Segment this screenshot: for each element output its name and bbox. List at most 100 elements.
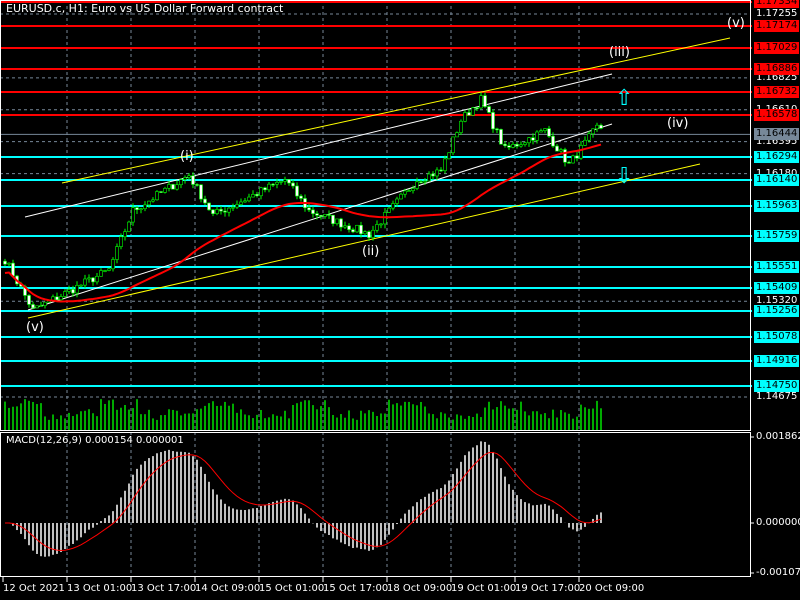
volume-bar [20,403,22,430]
wave-label-iii: (iii) [609,45,630,60]
volume-bar [192,413,194,430]
volume-bar [592,408,594,430]
volume-bar [556,417,558,430]
volume-bar [408,401,410,430]
volume-bar [288,418,290,430]
candle [343,221,347,230]
chart-window[interactable]: EURUSD.c, H1: Euro vs US Dollar Forward … [0,0,800,600]
time-label: 13 Oct 17:00 [131,583,197,594]
volume-bar [544,413,546,430]
macd-histogram-bar [376,523,378,548]
volume-bar [496,407,498,430]
volume-bar [8,407,10,430]
candle [539,128,543,133]
red-level-label: 1.16886 [754,63,800,75]
time-label: 19 Oct 17:00 [515,583,581,594]
wave-label-v-end: (v) [727,16,745,31]
trend-line [27,123,613,311]
macd-histogram-bar [148,458,150,523]
macd-histogram-bar [464,455,466,523]
candle [495,127,499,134]
volume-bar [48,419,50,430]
macd-histogram-bar [360,523,362,550]
macd-histogram-bar [328,523,330,535]
macd-histogram-bar [180,451,182,523]
macd-histogram-bar [536,504,538,523]
macd-histogram-bar [380,523,382,545]
volume-bar [168,409,170,430]
macd-histogram-bar [508,484,510,523]
volume-bar [492,409,494,430]
volume-bar [348,410,350,430]
candle [31,301,35,310]
volume-bar [460,415,462,430]
volume-bar [128,409,130,430]
candle [175,180,179,191]
volume-bar [248,415,250,430]
candle [279,180,283,185]
red-level-label: 1.16578 [754,109,800,121]
candle [111,257,115,272]
macd-histogram-bar [556,513,558,523]
volume-bar [324,400,326,430]
macd-scale-label: 0.001862 [756,431,800,442]
macd-histogram-bar [408,509,410,523]
volume-bar [368,410,370,430]
macd-histogram-bar [292,500,294,523]
volume-bar [448,417,450,430]
chart-title: EURUSD.c, H1: Euro vs US Dollar Forward … [6,2,284,15]
candle [327,210,331,219]
macd-histogram-bar [76,523,78,541]
candle [323,214,327,219]
volume-bar [260,409,262,430]
macd-histogram-bar [68,523,70,546]
macd-histogram-bar [580,523,582,530]
macd-histogram-bar [84,523,86,534]
macd-histogram-bar [492,451,494,523]
volume-bar [488,401,490,430]
candle [43,301,47,309]
macd-histogram-bar [144,461,146,523]
volume-bar [36,404,38,430]
candle [63,289,67,298]
volume-bar [160,415,162,430]
candle [399,192,403,200]
volume-bar [236,412,238,430]
volume-bar [548,418,550,430]
volume-bar [276,415,278,430]
macd-histogram-bar [124,490,126,523]
candle [179,178,183,189]
volume-bar [104,403,106,430]
macd-histogram-bar [500,468,502,523]
macd-histogram-bar [268,503,270,523]
candle [447,152,451,160]
volume-bar [312,405,314,430]
candle [159,191,163,193]
macd-histogram-bar [560,517,562,523]
macd-histogram-bar [596,514,598,523]
volume-bar [596,400,598,430]
volume-bar [352,418,354,430]
volume-bar [232,403,234,430]
volume-bar [340,414,342,430]
macd-histogram-bar [40,523,42,557]
volume-bar [580,404,582,430]
macd-histogram-bar [324,523,326,534]
candle [39,301,43,307]
volume-bar [452,419,454,430]
volume-bar [220,405,222,430]
macd-histogram-bar [48,523,50,557]
candle [143,201,147,212]
wave-label-v-start: (v) [26,320,44,335]
macd-histogram-bar [528,503,530,523]
macd-histogram-bar [208,481,210,523]
candle [239,198,243,206]
macd-histogram-bar [332,523,334,539]
volume-bar [284,410,286,430]
volume-bar [164,414,166,430]
price-chart[interactable] [0,0,800,600]
cyan-level-label: 1.14750 [754,380,800,392]
volume-bar [560,410,562,430]
volume-bar [292,405,294,430]
macd-histogram-bar [276,500,278,523]
